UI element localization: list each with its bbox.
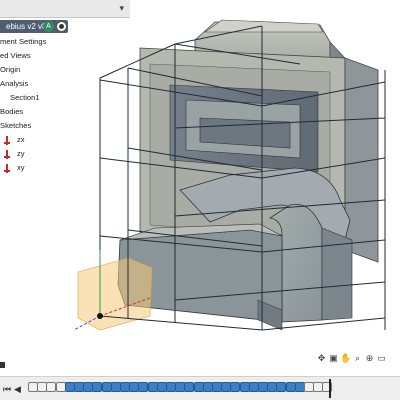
timeline-feature-item[interactable] <box>92 382 103 392</box>
browser-item-label: ed Views <box>0 51 31 60</box>
browser-item-bodies[interactable]: Bodies <box>0 106 27 118</box>
viewport-3d[interactable] <box>0 0 400 352</box>
display-settings-icon[interactable]: ▭ <box>376 352 387 364</box>
timeline-feature-item[interactable] <box>138 382 149 392</box>
timeline-first-icon[interactable]: ⏮ <box>3 383 11 395</box>
timeline-marker[interactable] <box>329 379 331 398</box>
browser-item-analysis[interactable]: Analysis <box>0 78 32 90</box>
browser-item-label: Analysis <box>0 79 29 88</box>
fit-icon[interactable]: ⊕ <box>364 352 375 364</box>
timeline-sketch-item[interactable] <box>46 382 57 392</box>
timeline-feature-item[interactable] <box>184 382 195 392</box>
browser-item-sketch-zx[interactable]: zx <box>0 134 28 146</box>
browser-item-label: Sketches <box>0 121 32 130</box>
component-badge-icon[interactable]: A <box>43 21 54 32</box>
browser-item-named-views[interactable]: ed Views <box>0 50 34 62</box>
browser-item-sketch-zy[interactable]: zy <box>0 148 28 160</box>
look-at-icon[interactable]: ▣ <box>328 352 339 364</box>
radio-target-icon[interactable] <box>56 21 67 32</box>
navigation-bar: ✥ ▣ ✋ ⌕ ⊕ ▭ <box>316 352 400 368</box>
browser-item-origin[interactable]: Origin <box>0 64 24 76</box>
browser-item-label: Bodies <box>0 107 24 116</box>
browser-item-label: zy <box>17 149 25 158</box>
browser-item-sketches[interactable]: Sketches <box>0 120 35 132</box>
pan-icon[interactable]: ✋ <box>340 352 351 364</box>
timeline-feature-item[interactable] <box>230 382 241 392</box>
sketch-icon <box>3 149 12 159</box>
browser-item-label: Section1 <box>10 93 40 102</box>
browser-item-label: Origin <box>0 65 21 74</box>
browser-item-label: xy <box>17 163 25 172</box>
orbit-icon[interactable]: ✥ <box>316 352 327 364</box>
sketch-icon <box>3 135 12 145</box>
zoom-icon[interactable]: ⌕ <box>352 352 363 364</box>
browser-item-document-settings[interactable]: ment Settings <box>0 36 50 48</box>
browser-item-label: ment Settings <box>0 37 47 46</box>
timeline: ⏮ ◀ <box>0 376 400 400</box>
sketch-icon <box>3 163 12 173</box>
status-marker <box>0 362 5 368</box>
timeline-prev-icon[interactable]: ◀ <box>14 383 21 395</box>
browser-item-section1[interactable]: Section1 <box>0 92 43 104</box>
browser-item-sketch-xy[interactable]: xy <box>0 162 28 174</box>
browser-item-label: zx <box>17 135 25 144</box>
timeline-feature-item[interactable] <box>276 382 287 392</box>
